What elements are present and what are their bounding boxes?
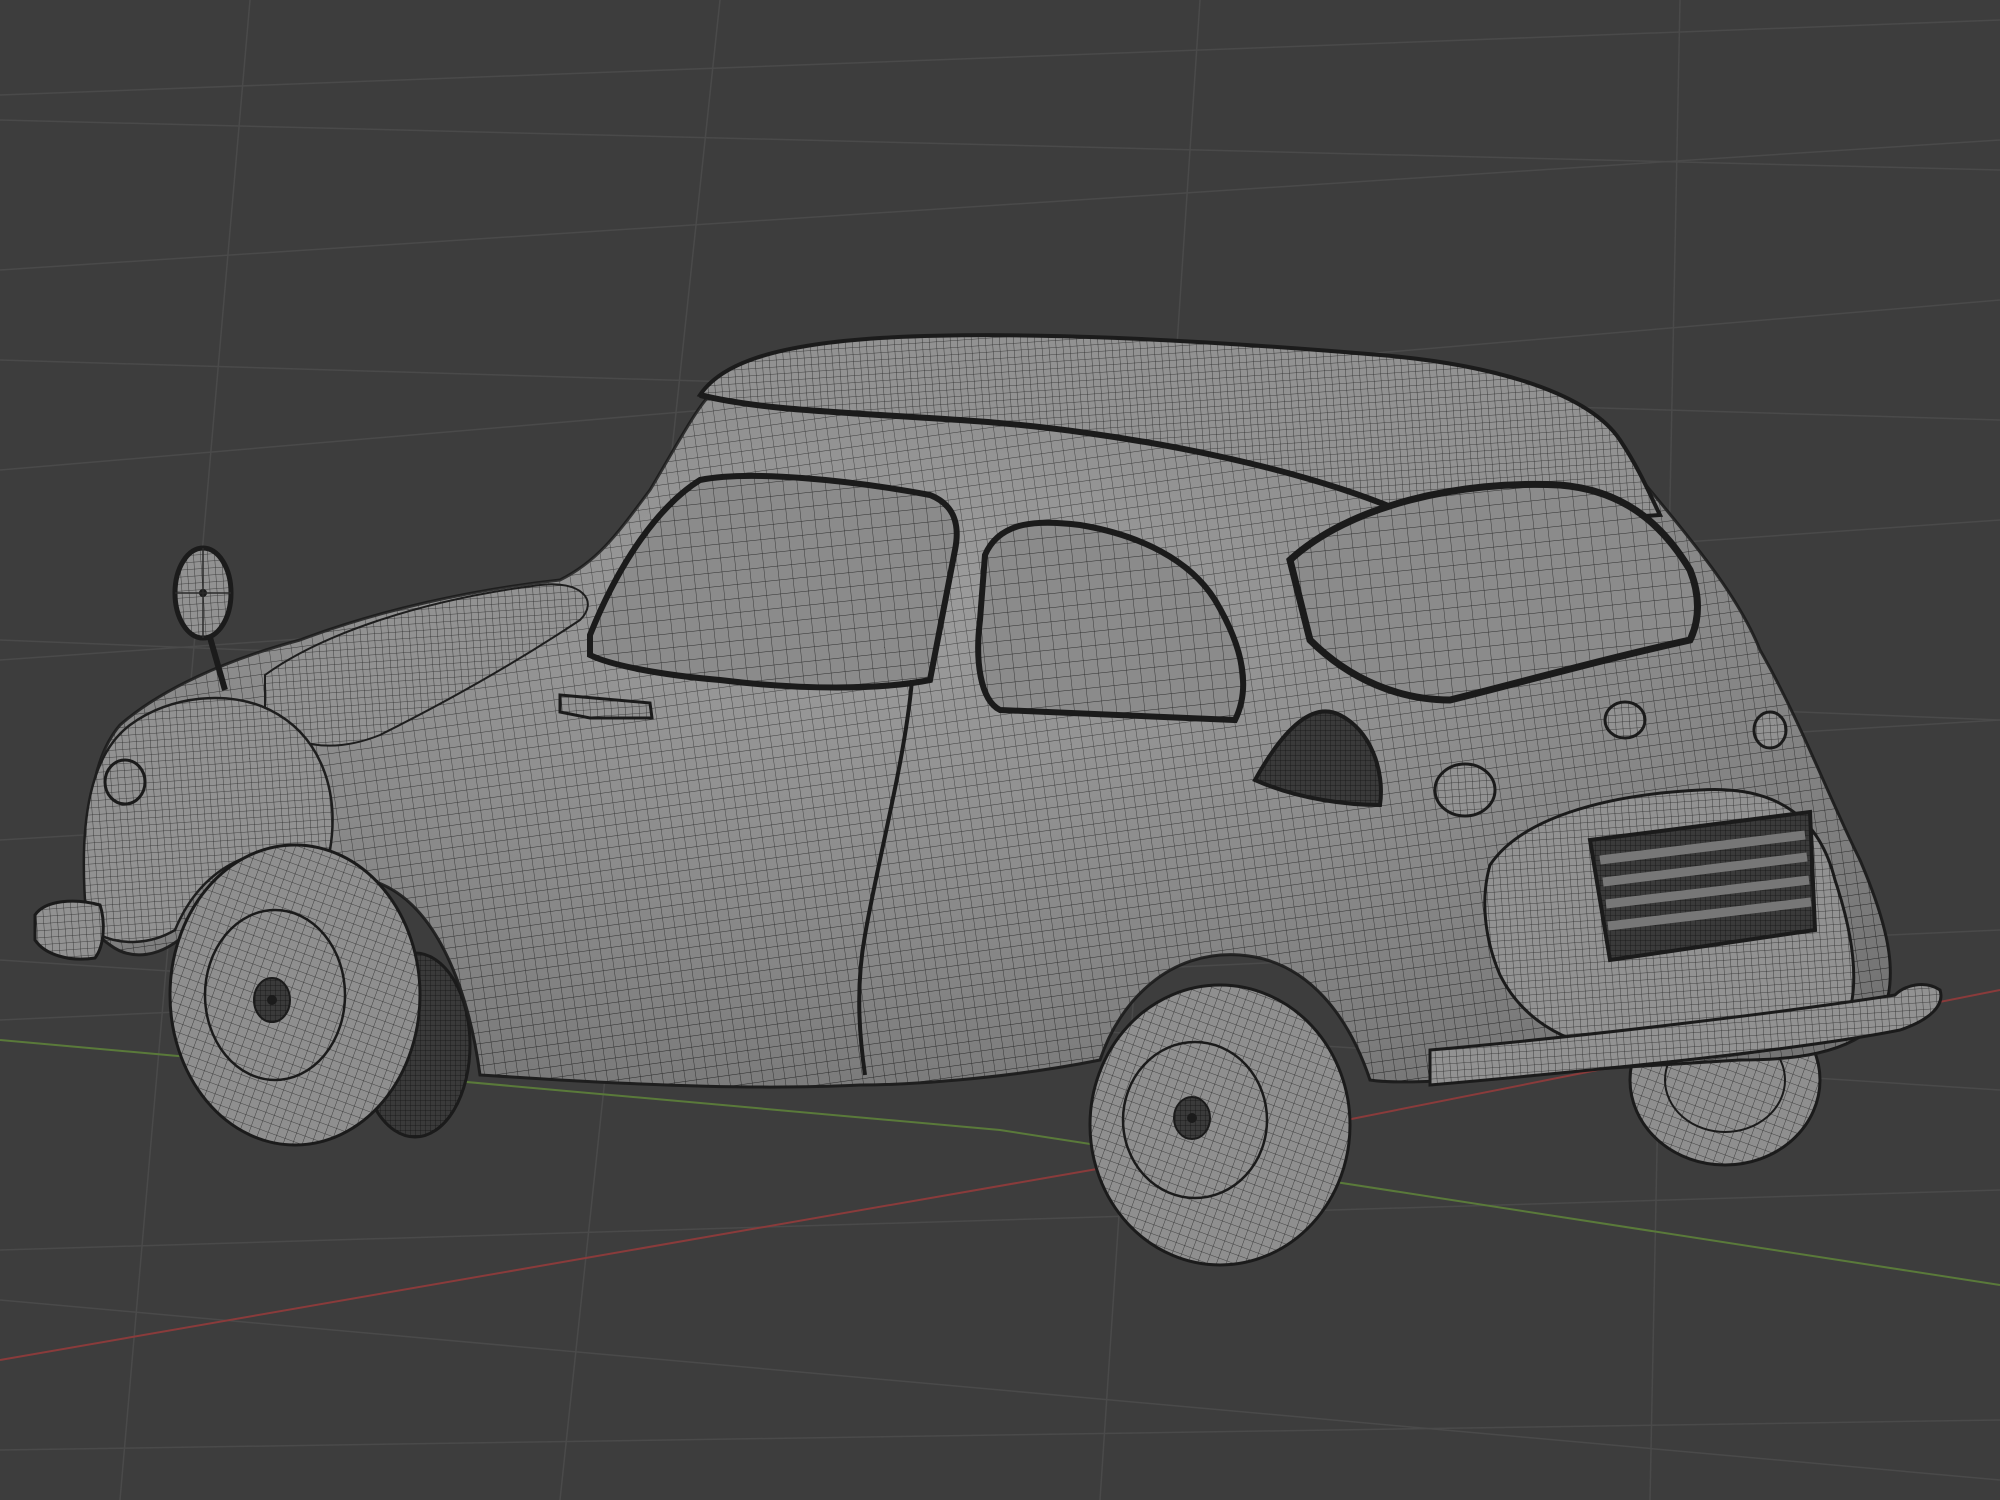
3d-viewport[interactable] — [0, 0, 2000, 1500]
front-wheel — [168, 843, 422, 1147]
car-model[interactable] — [33, 333, 1943, 1267]
rear-wheel — [1088, 983, 1352, 1267]
headlight — [103, 758, 147, 806]
rear-side-lamp — [1433, 762, 1497, 818]
rear-top-lamp-left — [1603, 700, 1647, 740]
front-bumper — [33, 899, 105, 961]
viewport-canvas[interactable] — [0, 0, 2000, 1500]
rear-top-lamp-right — [1752, 710, 1788, 750]
